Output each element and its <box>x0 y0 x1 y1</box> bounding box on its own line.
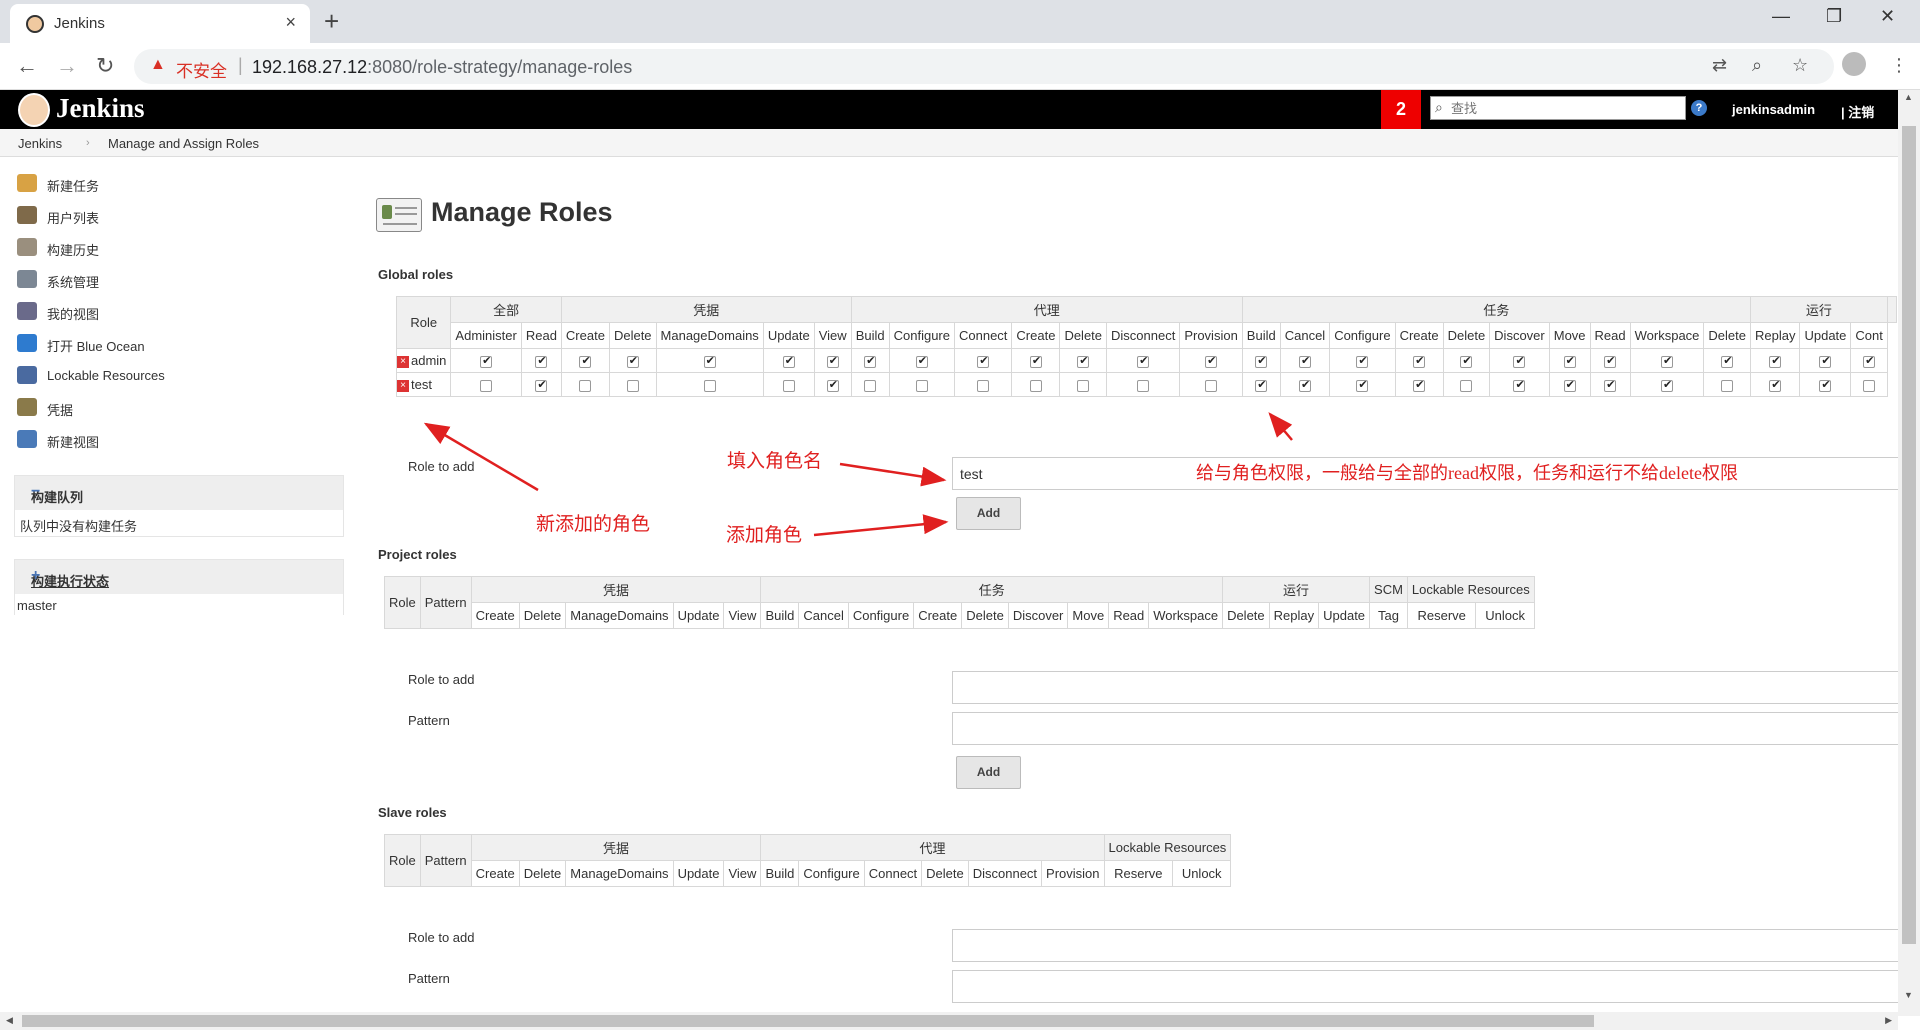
arrow-to-add-button <box>813 514 949 537</box>
arrow-to-new-role <box>423 422 539 492</box>
vertical-scroll-thumb[interactable] <box>1902 126 1916 944</box>
scroll-down-icon[interactable]: ▼ <box>1904 990 1913 1000</box>
annotation-arrows <box>423 412 1293 537</box>
arrow-to-role-input <box>839 462 947 487</box>
scroll-left-icon[interactable]: ◀ <box>6 1015 13 1026</box>
scroll-up-icon[interactable]: ▲ <box>1904 92 1913 102</box>
horizontal-scrollbar[interactable]: ◀ ▶ <box>0 1012 1898 1030</box>
arrow-to-permissions <box>1268 412 1293 441</box>
vertical-scrollbar[interactable]: ▲ ▼ <box>1898 90 1920 1016</box>
horizontal-scroll-thumb[interactable] <box>22 1015 1594 1027</box>
scroll-right-icon[interactable]: ▶ <box>1885 1015 1892 1026</box>
